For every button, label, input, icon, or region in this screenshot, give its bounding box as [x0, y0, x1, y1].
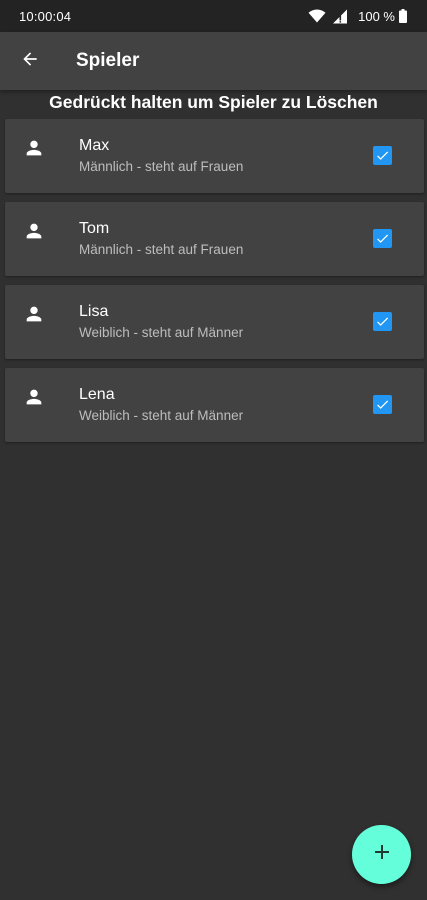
check-icon: [377, 234, 389, 243]
back-button[interactable]: [8, 37, 52, 85]
status-time: 10:00:04: [19, 9, 72, 24]
status-icons: 100 %: [308, 8, 407, 24]
player-checkbox[interactable]: [373, 312, 392, 331]
player-checkbox[interactable]: [373, 395, 392, 414]
player-description: Weiblich - steht auf Männer: [79, 325, 244, 340]
person-icon: [23, 303, 45, 325]
wifi-icon: [308, 9, 326, 23]
player-name: Lisa: [79, 303, 109, 320]
page-title: Spieler: [76, 50, 140, 71]
list-item-player-lena[interactable]: Lena Weiblich - steht auf Männer: [5, 368, 424, 442]
player-name: Lena: [79, 386, 115, 403]
player-checkbox[interactable]: [373, 229, 392, 248]
add-player-button[interactable]: [352, 825, 411, 884]
signal-icon: [332, 9, 348, 24]
list-item-player-tom[interactable]: Tom Männlich - steht auf Frauen: [5, 202, 424, 276]
player-name: Tom: [79, 220, 110, 237]
person-icon: [23, 137, 45, 159]
player-description: Männlich - steht auf Frauen: [79, 159, 244, 174]
person-icon: [23, 386, 45, 408]
player-description: Weiblich - steht auf Männer: [79, 408, 244, 423]
app-bar: Spieler: [0, 32, 427, 90]
player-name: Max: [79, 137, 110, 154]
check-icon: [377, 151, 389, 160]
list-item-player-lisa[interactable]: Lisa Weiblich - steht auf Männer: [5, 285, 424, 359]
check-icon: [377, 317, 389, 326]
status-bar: 10:00:04 100 %: [0, 0, 427, 32]
plus-icon: [374, 844, 390, 865]
player-description: Männlich - steht auf Frauen: [79, 242, 244, 257]
person-icon: [23, 220, 45, 242]
check-icon: [377, 400, 389, 409]
hint-text: Gedrückt halten um Spieler zu Löschen: [49, 92, 378, 112]
arrow-back-icon: [20, 49, 40, 74]
player-checkbox[interactable]: [373, 146, 392, 165]
player-list: Max Männlich - steht auf Frauen Tom Männ…: [5, 119, 424, 451]
battery-percentage: 100 %: [358, 8, 395, 24]
battery-icon: [399, 9, 407, 23]
list-item-player-max[interactable]: Max Männlich - steht auf Frauen: [5, 119, 424, 193]
